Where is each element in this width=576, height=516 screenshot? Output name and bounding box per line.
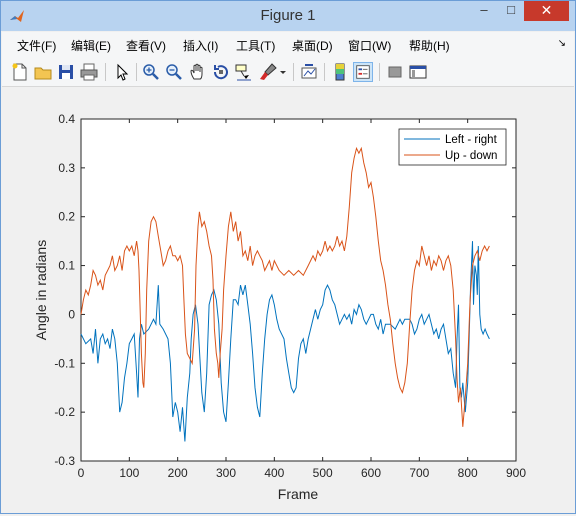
y-axis-label: Angle in radians xyxy=(33,240,49,340)
x-tick-label: 700 xyxy=(409,466,429,480)
legend-label-left-right: Left - right xyxy=(445,134,498,146)
minimize-button[interactable]: – xyxy=(471,1,497,21)
x-tick-label: 800 xyxy=(458,466,478,480)
y-tick-label: 0.1 xyxy=(58,259,75,273)
toolbar-separator xyxy=(293,63,294,81)
hide-plot-tools-icon[interactable] xyxy=(385,62,405,82)
x-tick-label: 500 xyxy=(313,466,333,480)
menu-desktop[interactable]: 桌面(D) xyxy=(292,37,333,54)
y-tick-label: 0.2 xyxy=(58,210,75,224)
toolbar-separator xyxy=(324,63,325,81)
close-button[interactable]: ✕ xyxy=(524,1,569,21)
menu-view[interactable]: 查看(V) xyxy=(126,37,166,54)
insert-legend-icon[interactable] xyxy=(353,62,373,82)
rotate-3d-icon[interactable] xyxy=(211,62,231,82)
y-tick-label: -0.3 xyxy=(54,454,75,468)
insert-colorbar-icon[interactable] xyxy=(330,62,350,82)
y-tick-label: 0.3 xyxy=(58,161,75,175)
title-bar[interactable]: Figure 1 – □ ✕ xyxy=(1,1,575,31)
figure-toolbar xyxy=(2,58,574,87)
line-chart[interactable]: 0 100 200 300 400 500 600 700 800 900 -0.3 -0.2 -0.… xyxy=(2,87,574,511)
x-tick-label: 900 xyxy=(506,466,526,480)
edit-plot-arrow-icon[interactable] xyxy=(112,62,132,82)
link-plot-icon[interactable] xyxy=(299,62,319,82)
show-plot-tools-icon[interactable] xyxy=(408,62,428,82)
new-figure-icon[interactable] xyxy=(10,62,30,82)
legend-label-up-down: Up - down xyxy=(445,150,497,162)
maximize-button[interactable]: □ xyxy=(498,1,524,21)
zoom-out-icon[interactable] xyxy=(164,62,184,82)
y-tick-label: -0.1 xyxy=(54,356,75,370)
toolbar-separator xyxy=(379,63,380,81)
menu-edit[interactable]: 编辑(E) xyxy=(71,37,111,54)
zoom-in-icon[interactable] xyxy=(141,62,161,82)
x-tick-label: 0 xyxy=(78,466,85,480)
menu-window[interactable]: 窗口(W) xyxy=(348,37,391,54)
toolbar-separator xyxy=(136,63,137,81)
data-cursor-icon[interactable] xyxy=(234,62,254,82)
y-tick-label: 0 xyxy=(68,307,75,321)
menu-overflow-icon[interactable]: ↘ xyxy=(558,38,566,49)
legend[interactable]: Left - right Up - down xyxy=(398,128,507,166)
x-tick-label: 200 xyxy=(168,466,188,480)
brush-dropdown-icon[interactable] xyxy=(278,62,288,82)
menu-bar: 文件(F) 编辑(E) 查看(V) 插入(I) 工具(T) 桌面(D) 窗口(W… xyxy=(2,32,574,58)
pan-hand-icon[interactable] xyxy=(188,62,208,82)
y-tick-label: 0.4 xyxy=(58,112,75,126)
x-tick-label: 600 xyxy=(361,466,381,480)
save-icon[interactable] xyxy=(56,62,76,82)
open-file-icon[interactable] xyxy=(33,62,53,82)
x-tick-label: 400 xyxy=(264,466,284,480)
menu-help[interactable]: 帮助(H) xyxy=(409,37,450,54)
print-icon[interactable] xyxy=(79,62,99,82)
figure-window: Figure 1 – □ ✕ 文件(F) 编辑(E) 查看(V) 插入(I) 工… xyxy=(0,0,576,514)
figure-canvas: 0 100 200 300 400 500 600 700 800 900 -0.3 -0.2 -0.… xyxy=(2,87,574,511)
brush-icon[interactable] xyxy=(258,62,278,82)
menu-insert[interactable]: 插入(I) xyxy=(183,37,218,54)
x-tick-label: 300 xyxy=(216,466,236,480)
y-tick-label: -0.2 xyxy=(54,405,75,419)
menu-file[interactable]: 文件(F) xyxy=(17,37,56,54)
toolbar-separator xyxy=(105,63,106,81)
x-axis-label: Frame xyxy=(278,486,319,502)
menu-tools[interactable]: 工具(T) xyxy=(236,37,275,54)
x-tick-label: 100 xyxy=(119,466,139,480)
